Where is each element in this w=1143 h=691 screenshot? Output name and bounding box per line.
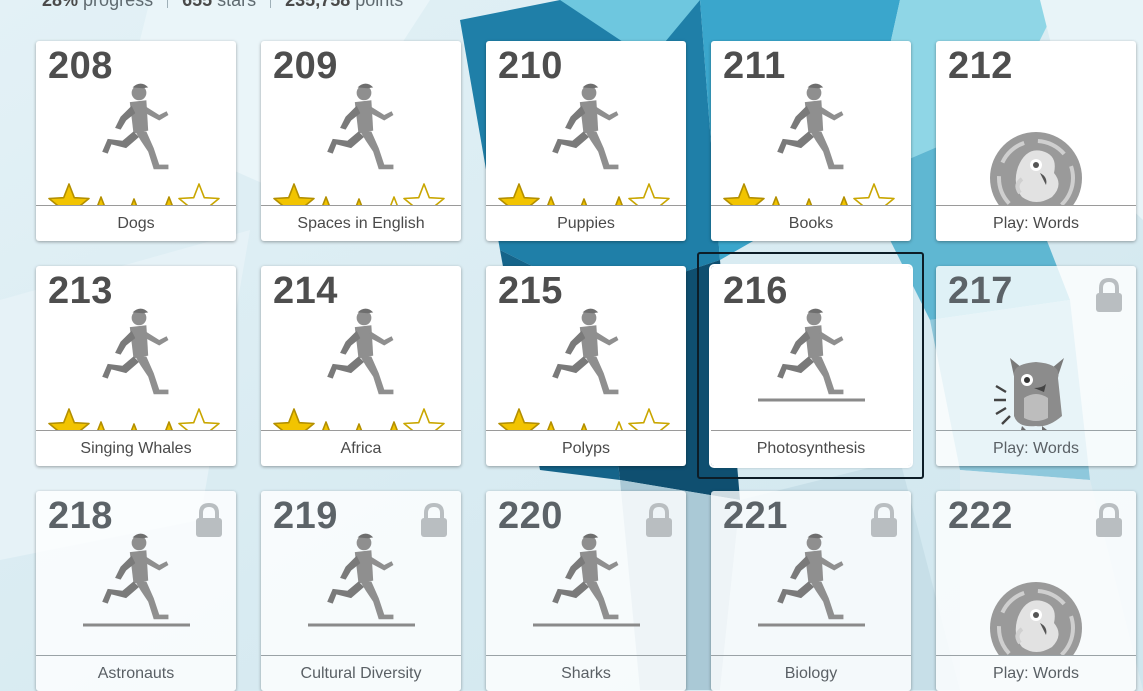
runner-with-stars-icon: [273, 308, 445, 431]
progress-stats: 28% progress 655 stars 235,758 points: [42, 0, 403, 12]
lesson-card-209[interactable]: 209 Spaces in English: [261, 41, 461, 241]
star-filled-icon: [723, 183, 765, 206]
star-empty-icon: [178, 408, 220, 431]
star-empty-icon: [853, 183, 895, 206]
runner-icon: [83, 533, 190, 627]
lesson-card-218[interactable]: 218 Astronauts: [36, 491, 236, 691]
lesson-title: Polyps: [486, 430, 686, 466]
lesson-card-212[interactable]: 212 Play: Words: [936, 41, 1136, 241]
star-filled-icon: [48, 408, 90, 431]
lesson-card-219[interactable]: 219 Cultural Diversity: [261, 491, 461, 691]
lesson-card-216[interactable]: 216 Photosynthesis: [709, 264, 913, 468]
runner-icon: [308, 533, 415, 627]
lesson-card-210[interactable]: 210 Puppies: [486, 41, 686, 241]
runner-with-stars-icon: [498, 83, 670, 206]
lesson-title: Play: Words: [936, 655, 1136, 691]
lesson-card-222[interactable]: 222 Play: Words: [936, 491, 1136, 691]
lesson-title: Africa: [261, 430, 461, 466]
word-game-badge-icon: [990, 582, 1082, 656]
star-empty-icon: [403, 183, 445, 206]
lesson-card-214[interactable]: 214 Africa: [261, 266, 461, 466]
lesson-grid: 208 Dogs 209 Spaces in English 210 Puppies…: [0, 0, 1143, 691]
lesson-title: Spaces in English: [261, 205, 461, 241]
lesson-title: Play: Words: [936, 430, 1136, 466]
star-empty-icon: [628, 183, 670, 206]
runner-icon: [533, 533, 640, 627]
lesson-card-220[interactable]: 220 Sharks: [486, 491, 686, 691]
lesson-card-213[interactable]: 213 Singing Whales: [36, 266, 236, 466]
lesson-card-215[interactable]: 215 Polyps: [486, 266, 686, 466]
lesson-card-221[interactable]: 221 Biology: [711, 491, 911, 691]
star-empty-icon: [403, 408, 445, 431]
runner-with-stars-icon: [498, 308, 670, 431]
star-empty-icon: [178, 183, 220, 206]
star-filled-icon: [498, 183, 540, 206]
stars-count: 655 stars: [182, 0, 256, 11]
runner-with-stars-icon: [723, 83, 895, 206]
progress-value: 28% progress: [42, 0, 153, 11]
stats-divider: [167, 0, 169, 8]
star-filled-icon: [273, 183, 315, 206]
runner-with-stars-icon: [48, 308, 220, 431]
lesson-title: Photosynthesis: [711, 430, 911, 466]
lesson-title: Astronauts: [36, 655, 236, 691]
runner-icon: [758, 308, 865, 402]
lesson-card-217[interactable]: 217 Play: Words: [936, 266, 1136, 466]
star-filled-icon: [48, 183, 90, 206]
lesson-title: Biology: [711, 655, 911, 691]
stats-divider: [270, 0, 272, 8]
lesson-card-208[interactable]: 208 Dogs: [36, 41, 236, 241]
lesson-title: Puppies: [486, 205, 686, 241]
lesson-title: Books: [711, 205, 911, 241]
star-filled-icon: [498, 408, 540, 431]
lesson-title: Cultural Diversity: [261, 655, 461, 691]
runner-icon: [758, 533, 865, 627]
runner-with-stars-icon: [273, 83, 445, 206]
lesson-title: Dogs: [36, 205, 236, 241]
word-game-badge-icon: [990, 132, 1082, 206]
star-empty-icon: [628, 408, 670, 431]
lesson-card-211[interactable]: 211 Books: [711, 41, 911, 241]
lesson-title: Play: Words: [936, 205, 1136, 241]
points-count: 235,758 points: [285, 0, 403, 11]
monster-icon: [994, 358, 1064, 431]
runner-with-stars-icon: [48, 83, 220, 206]
star-filled-icon: [273, 408, 315, 431]
lesson-title: Sharks: [486, 655, 686, 691]
lesson-title: Singing Whales: [36, 430, 236, 466]
